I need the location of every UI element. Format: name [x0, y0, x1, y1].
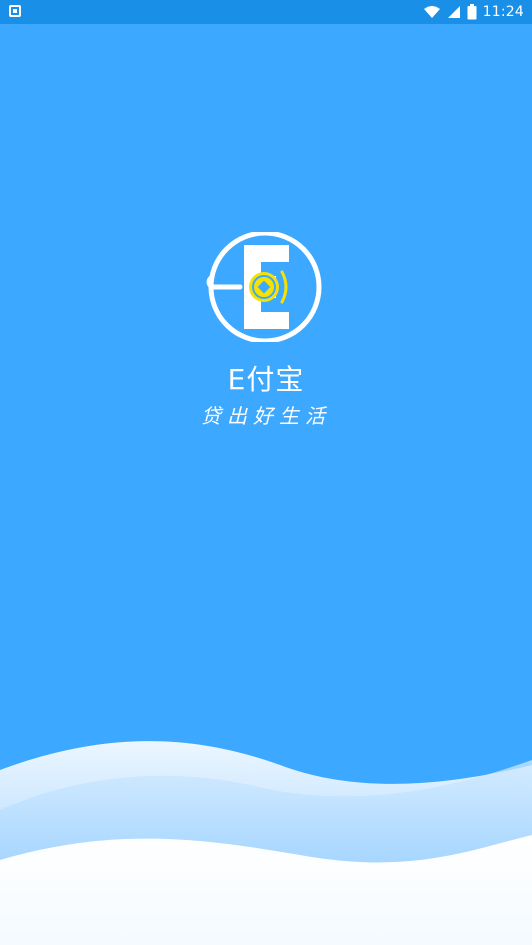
app-logo	[200, 230, 330, 344]
battery-icon	[467, 4, 477, 20]
wifi-icon	[423, 6, 440, 18]
cell-signal-icon	[447, 6, 460, 18]
wave-decoration	[0, 741, 532, 945]
status-right: 11:24	[423, 3, 524, 21]
status-time: 11:24	[482, 4, 524, 20]
status-bar: 11:24	[0, 0, 532, 24]
notification-a-icon	[9, 5, 21, 17]
slogan-text: 贷出好生活	[201, 404, 331, 428]
e-pay-logo-icon	[206, 230, 322, 344]
brand-name: E付宝	[227, 363, 305, 396]
